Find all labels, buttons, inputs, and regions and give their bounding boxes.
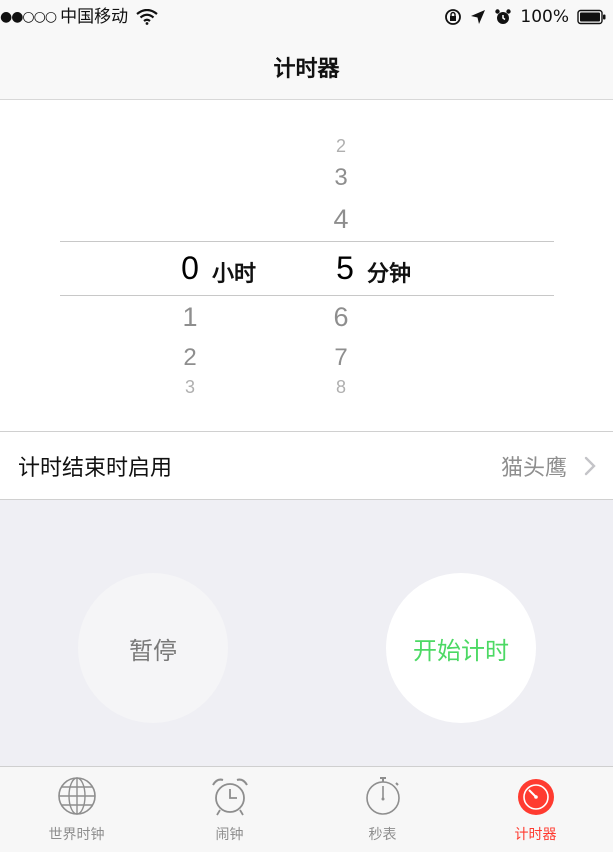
signal-strength: ●●○○○: [0, 9, 57, 25]
battery-percent: 100%: [520, 7, 569, 27]
start-button-label: 开始计时: [413, 636, 509, 665]
alarm-icon: [495, 9, 512, 24]
picker-top-divider: [60, 241, 554, 242]
hour-option[interactable]: 1: [170, 302, 210, 333]
selected-sound-value: 猫头鹰: [500, 455, 567, 481]
pause-button[interactable]: 暂停: [78, 573, 228, 723]
status-right: 100%: [444, 0, 607, 34]
picker-bottom-divider: [60, 295, 554, 296]
timer-icon: [518, 779, 554, 815]
alarm-clock-icon: [212, 778, 248, 816]
tab-label: 闹钟: [215, 827, 244, 843]
minute-option[interactable]: 4: [321, 204, 361, 235]
hour-option[interactable]: 2: [170, 344, 210, 372]
minute-option[interactable]: 6: [321, 302, 361, 333]
tab-label: 计时器: [514, 827, 557, 843]
battery-icon: [577, 9, 606, 25]
minute-unit-label: 分钟: [367, 262, 412, 287]
tab-stopwatch[interactable]: 秒表: [306, 767, 459, 853]
stopwatch-icon: [366, 777, 400, 815]
duration-picker[interactable]: 2 3 4 0 小时 5 分钟 1 2 3 6 7 8: [0, 100, 613, 432]
location-icon: [471, 10, 486, 24]
hour-unit-label: 小时: [212, 262, 257, 287]
minute-option[interactable]: 7: [321, 344, 361, 372]
tab-world-clock[interactable]: 世界时钟: [0, 767, 153, 853]
minute-option[interactable]: 3: [321, 164, 361, 192]
globe-icon: [58, 777, 96, 815]
tab-label: 秒表: [368, 827, 397, 843]
hour-selected[interactable]: 0: [170, 250, 210, 287]
tab-label: 世界时钟: [48, 827, 105, 843]
controls-area: 暂停 开始计时: [0, 500, 613, 766]
when-timer-ends-label: 计时结束时启用: [18, 455, 173, 481]
minute-option[interactable]: 2: [321, 136, 361, 157]
minute-option[interactable]: 8: [321, 377, 361, 398]
orientation-lock-icon: [445, 9, 462, 25]
hour-option[interactable]: 3: [170, 377, 210, 398]
start-timer-button[interactable]: 开始计时: [386, 573, 536, 723]
status-left: ●●○○○ 中国移动: [0, 0, 158, 34]
status-bar: ●●○○○ 中国移动 100%: [0, 0, 613, 34]
minute-selected[interactable]: 5: [325, 250, 365, 287]
when-timer-ends-row[interactable]: 计时结束时启用 猫头鹰: [0, 432, 613, 500]
carrier-name: 中国移动: [60, 7, 129, 27]
wifi-icon: [136, 9, 158, 25]
tab-bar: 世界时钟 闹钟 秒表 计时器: [0, 766, 613, 852]
tab-alarm[interactable]: 闹钟: [153, 767, 306, 853]
page-title: 计时器: [273, 56, 340, 82]
pause-button-label: 暂停: [129, 636, 177, 665]
tab-timer[interactable]: 计时器: [459, 767, 612, 853]
chevron-right-icon: [584, 456, 596, 476]
nav-bar: 计时器: [0, 34, 613, 100]
